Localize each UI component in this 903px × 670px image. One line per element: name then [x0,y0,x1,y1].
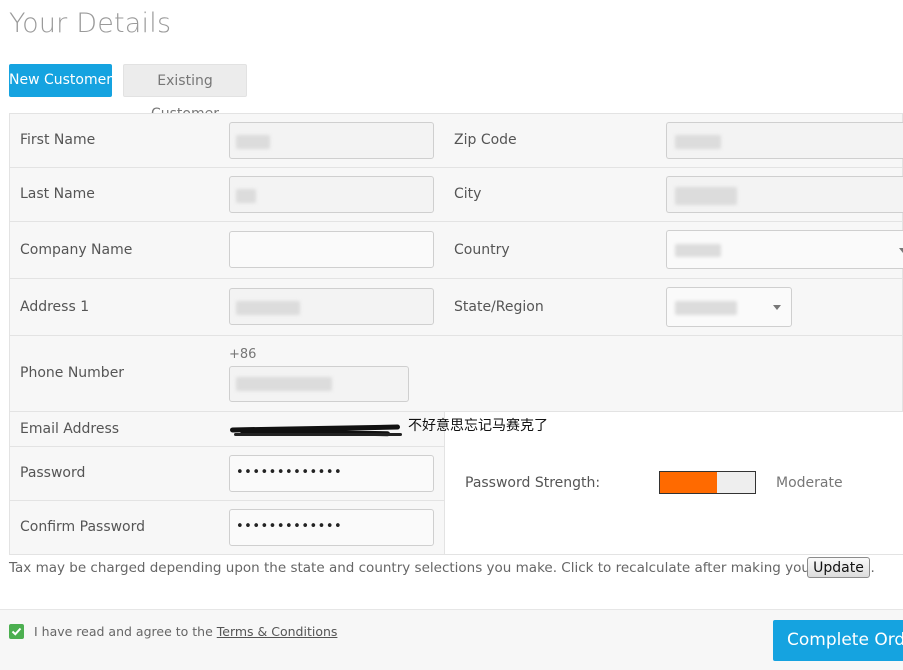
phone-country-code: +86 [229,347,257,362]
city-label: City [454,186,482,202]
last-name-input[interactable] [229,176,434,213]
footer-area [0,609,903,670]
country-label: Country [454,242,510,258]
phone-number-label: Phone Number [20,365,125,381]
terms-checkbox[interactable] [9,624,24,639]
complete-order-button[interactable]: Complete Order [773,620,903,661]
phone-number-input[interactable] [229,366,409,402]
country-select[interactable] [666,230,903,269]
page-title: Your Details [9,8,172,39]
annotation-note: 不好意思忘记马赛克了 [408,418,548,434]
last-name-label: Last Name [20,186,95,202]
password-strength-label: Password Strength: [465,475,601,491]
state-region-select[interactable] [666,287,792,327]
zip-code-label: Zip Code [454,132,517,148]
company-name-label: Company Name [20,242,133,258]
terms-text: I have read and agree to the Terms & Con… [34,624,337,639]
first-name-label: First Name [20,132,96,148]
password-strength-meter [659,471,756,494]
terms-link[interactable]: Terms & Conditions [217,624,338,639]
confirm-password-input[interactable]: ••••••••••••• [229,509,434,546]
update-button[interactable]: Update [807,557,870,578]
zip-code-input[interactable] [666,122,903,159]
address-1-input[interactable] [229,288,434,325]
password-strength-value: Moderate [776,475,843,491]
password-input[interactable]: ••••••••••••• [229,455,434,492]
chevron-down-icon [773,305,781,310]
complete-order-label: Complete Order [787,630,903,650]
tab-existing-customer[interactable]: Existing Customer [123,64,247,122]
password-label: Password [20,465,86,481]
address-1-label: Address 1 [20,299,90,315]
tax-note: Tax may be charged depending upon the st… [9,560,875,576]
confirm-password-label: Confirm Password [20,519,146,535]
email-address-label: Email Address [20,421,120,437]
chevron-down-icon [899,248,903,253]
state-region-label: State/Region [454,299,544,315]
first-name-input[interactable] [229,122,434,159]
terms-prefix: I have read and agree to the [34,624,217,639]
company-name-input[interactable] [229,231,434,268]
city-input[interactable] [666,176,903,213]
checkmark-icon [11,627,22,636]
password-strength-fill [660,472,717,493]
tab-new-customer[interactable]: New Customer [9,64,112,97]
email-redaction-scribble [229,424,406,437]
